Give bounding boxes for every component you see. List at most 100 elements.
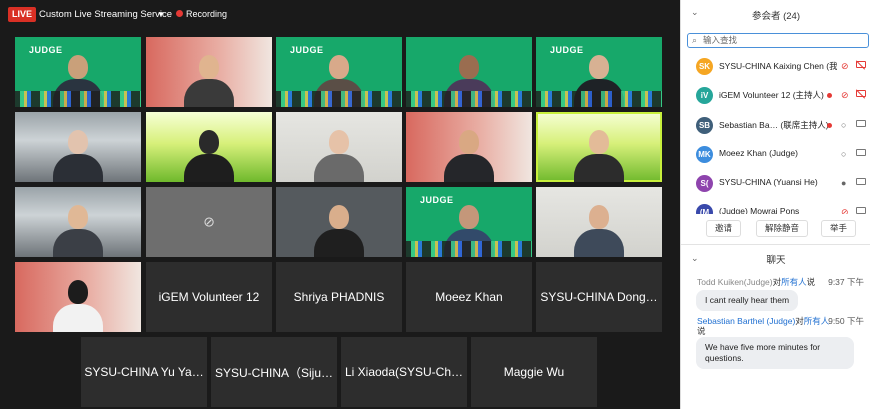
judge-logo: JUDGE [29, 45, 63, 55]
avatar: S( [696, 175, 713, 193]
participant-name: SYSU-CHINA (Yuansi He) [719, 177, 818, 188]
chevron-down-icon[interactable]: ▼ [157, 5, 165, 24]
participant-name: SYSU-CHINA Kaixing Chen (我) [719, 61, 837, 71]
divider [681, 244, 870, 245]
video-tile[interactable] [276, 112, 402, 182]
streaming-service-label[interactable]: Custom Live Streaming Service [39, 5, 192, 24]
search-icon: ⌕ [692, 35, 698, 45]
participant-name: SYSU-CHINA Yu Ya… [84, 365, 204, 379]
search-input[interactable] [703, 34, 863, 46]
judge-logo: JUDGE [420, 195, 454, 205]
video-tile[interactable] [536, 187, 662, 257]
camera-off-icon: ⊘ [203, 213, 215, 230]
camera-icon[interactable] [856, 119, 866, 127]
video-tile[interactable] [276, 187, 402, 257]
camera-icon[interactable] [856, 207, 866, 214]
participant-row[interactable]: S( SYSU-CHINA (Yuansi He) ● [681, 169, 870, 198]
video-tile[interactable] [15, 112, 141, 182]
chat-target: 所有人 [803, 316, 830, 326]
video-tile[interactable] [406, 112, 532, 182]
participant-name: iGEM Volunteer 12 [158, 290, 260, 304]
participant-name: Moeez Khan [435, 290, 503, 304]
participant-row[interactable]: iV iGEM Volunteer 12 (主持人) ⊘ [681, 81, 870, 110]
chat-message-meta: Todd Kuiken(Judge)对所有人说 [697, 277, 816, 287]
participant-video [51, 55, 105, 107]
participant-video [312, 205, 366, 257]
participant-video [312, 130, 366, 182]
participant-row[interactable]: SK SYSU-CHINA Kaixing Chen (我) ⊘ [681, 52, 870, 81]
sidebar: ⌄ 参会者 (24) ⌕ SK SYSU-CHINA Kaixing Chen (… [680, 0, 870, 409]
participant-actions: 邀请 解除静音 举手 [681, 220, 870, 238]
participant-video [572, 130, 626, 182]
participant-video [312, 55, 366, 107]
participant-video [51, 130, 105, 182]
participants-title: 参会者 (24) [751, 11, 801, 22]
participant-video [182, 55, 236, 107]
participant-video [572, 205, 626, 257]
participant-row[interactable]: MK Moeez Khan (Judge) ○ [681, 140, 870, 169]
video-tile[interactable]: SYSU-CHINA Yu Ya… [81, 337, 207, 407]
video-tile[interactable] [15, 187, 141, 257]
chat-time: 9:37 下午 [828, 277, 864, 287]
video-tile[interactable]: ⊘ [146, 187, 272, 257]
participant-name: Maggie Wu [503, 365, 565, 379]
mic-muted-icon[interactable]: ⊘ [841, 60, 849, 72]
meeting-area: LIVE Custom Live Streaming Service ▼ Rec… [0, 0, 680, 409]
chat-time: 9:50 下午 [828, 316, 864, 326]
chat-message-meta-cont: 说 [697, 326, 706, 336]
camera-off-icon[interactable] [856, 61, 866, 68]
live-badge[interactable]: LIVE [8, 7, 37, 22]
recording-label: Recording [186, 9, 228, 19]
participant-row[interactable]: SB Sebastian Ba… (联席主持人) ○ [681, 111, 870, 140]
mic-icon[interactable]: ○ [841, 119, 846, 131]
invite-button[interactable]: 邀请 [706, 220, 742, 237]
camera-icon[interactable] [856, 178, 866, 186]
video-tile[interactable] [146, 112, 272, 182]
mic-muted-icon[interactable]: ⊘ [841, 89, 849, 101]
video-tile[interactable] [15, 262, 141, 332]
video-tile[interactable]: SYSU-CHINA Dong… [536, 262, 662, 332]
video-tile[interactable]: JUDGE [276, 37, 402, 107]
video-tile[interactable]: iGEM Volunteer 12 [146, 262, 272, 332]
participant-name: SYSU-CHINA（Siju… [214, 365, 334, 380]
chat-message-meta: Sebastian Barthel (Judge)对所有人 [697, 316, 830, 326]
participant-name: Sebastian Ba… (联席主持人) [719, 119, 829, 130]
unmute-all-button[interactable]: 解除静音 [756, 220, 809, 237]
participant-list: SK SYSU-CHINA Kaixing Chen (我) ⊘ iV iGEM Vol… [681, 52, 870, 214]
participant-video [442, 55, 496, 107]
participant-video [182, 130, 236, 182]
video-tile[interactable]: JUDGE [406, 187, 532, 257]
camera-icon[interactable] [856, 148, 866, 156]
avatar: SB [696, 116, 713, 134]
video-tile[interactable]: Shriya PHADNIS [276, 262, 402, 332]
judge-logo: JUDGE [550, 45, 584, 55]
camera-off-icon[interactable] [856, 90, 866, 98]
chat-sender[interactable]: Todd Kuiken(Judge) [697, 277, 773, 287]
video-tile[interactable]: Moeez Khan [406, 262, 532, 332]
meeting-topbar: LIVE Custom Live Streaming Service ▼ Rec… [0, 0, 680, 28]
video-tile[interactable]: JUDGE [536, 37, 662, 107]
participants-header: ⌄ 参会者 (24) [681, 0, 870, 28]
chat-sender[interactable]: Sebastian Barthel (Judge) [697, 316, 795, 326]
chat-header: ⌄ 聊天 [681, 252, 870, 268]
video-tile[interactable] [146, 37, 272, 107]
participant-video [51, 280, 105, 332]
participant-row[interactable]: (M (Judge) Mowrai Pons ⊘ [681, 198, 870, 214]
video-tile[interactable]: Maggie Wu [471, 337, 597, 407]
mic-icon[interactable]: ● [841, 177, 846, 189]
participant-search[interactable]: ⌕ [687, 33, 869, 48]
video-tile[interactable]: SYSU-CHINA（Siju… [211, 337, 337, 407]
participant-video [572, 55, 626, 107]
video-tile[interactable]: JUDGE [15, 37, 141, 107]
video-tile[interactable]: Li Xiaoda(SYSU-Ch… [341, 337, 467, 407]
chat-bubble[interactable]: We have five more minutes for questions. [696, 337, 854, 369]
video-tile[interactable] [406, 37, 532, 107]
participant-video [442, 130, 496, 182]
chat-target: 所有人 [781, 277, 807, 287]
mic-muted-icon[interactable]: ⊘ [841, 206, 849, 214]
mic-icon[interactable]: ○ [841, 148, 846, 160]
raise-hand-button[interactable]: 举手 [821, 220, 857, 237]
chat-bubble[interactable]: I cant really hear them [696, 290, 799, 311]
avatar: SK [696, 58, 713, 75]
video-tile-active-speaker[interactable] [536, 112, 662, 182]
